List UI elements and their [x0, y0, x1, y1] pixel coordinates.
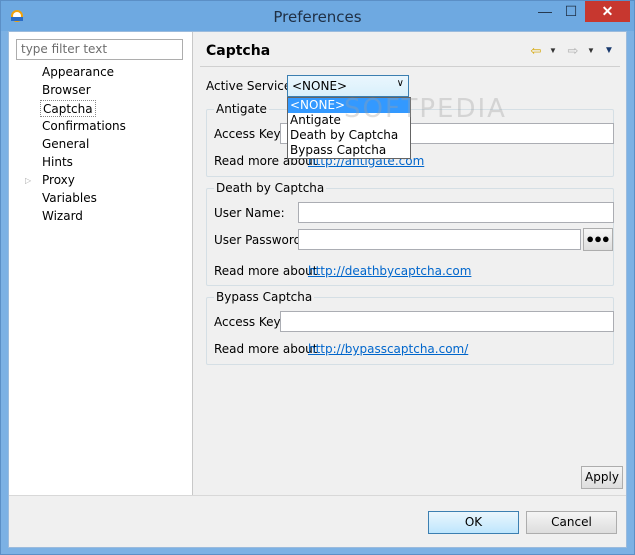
bypasscaptcha-link[interactable]: http://bypasscaptcha.com/ — [308, 342, 468, 356]
forward-dropdown-icon[interactable]: ▼ — [586, 42, 596, 60]
page-title: Captcha — [206, 43, 271, 59]
antigate-group-title: Antigate — [214, 102, 269, 116]
tree-item-proxy[interactable]: Proxy — [40, 172, 77, 189]
option-bypass-captcha[interactable]: Bypass Captcha — [288, 143, 410, 158]
active-service-value: <NONE> — [292, 79, 348, 93]
deathbycaptcha-link[interactable]: http://deathbycaptcha.com — [308, 264, 471, 278]
username-label: User Name: — [214, 206, 285, 220]
password-input[interactable] — [298, 229, 581, 250]
captcha-page: Captcha ⇦ ▼ ⇨ ▼ ▼ Active Service: <NONE>… — [194, 32, 626, 495]
title-bar[interactable]: Preferences — ☐ ✕ — [1, 1, 634, 31]
preferences-window: Preferences — ☐ ✕ type filter text Appea… — [0, 0, 635, 555]
antigate-access-key-label: Access Key: — [214, 127, 284, 141]
tree-item-confirmations[interactable]: Confirmations — [40, 118, 128, 135]
tree-item-appearance[interactable]: Appearance — [40, 64, 116, 81]
username-input[interactable] — [298, 202, 614, 223]
title-separator — [200, 66, 620, 67]
death-by-captcha-group: Death by Captcha User Name: User Passwor… — [206, 181, 614, 286]
chevron-down-icon: ∨ — [396, 78, 404, 89]
tree-item-wizard[interactable]: Wizard — [40, 208, 85, 225]
password-label: User Password: — [214, 233, 306, 247]
softpedia-watermark: SOFTPEDIA — [344, 94, 507, 124]
bypass-read-more-label: Read more about — [214, 342, 318, 356]
tree-item-hints[interactable]: Hints — [40, 154, 75, 171]
back-arrow-icon[interactable]: ⇦ — [528, 42, 544, 60]
close-button[interactable]: ✕ — [585, 1, 630, 22]
dialog-body: type filter text Appearance Browser Capt… — [8, 31, 627, 548]
preference-tree-pane: type filter text Appearance Browser Capt… — [9, 32, 193, 495]
active-service-label: Active Service: — [206, 79, 296, 93]
view-menu-icon[interactable]: ▼ — [604, 42, 614, 60]
footer-separator — [9, 495, 626, 496]
minimize-button[interactable]: — — [532, 1, 558, 22]
apply-button[interactable]: Apply — [581, 466, 623, 489]
show-password-button[interactable]: ●●● — [583, 228, 613, 251]
cancel-button[interactable]: Cancel — [526, 511, 617, 534]
tree-item-general[interactable]: General — [40, 136, 91, 153]
bypass-access-key-label: Access Key: — [214, 315, 284, 329]
tree-item-browser[interactable]: Browser — [40, 82, 93, 99]
bypass-access-key-input[interactable] — [280, 311, 614, 332]
death-by-captcha-group-title: Death by Captcha — [214, 181, 327, 195]
back-dropdown-icon[interactable]: ▼ — [548, 42, 558, 60]
forward-arrow-icon[interactable]: ⇨ — [565, 42, 581, 60]
bypass-captcha-group: Bypass Captcha Access Key: Read more abo… — [206, 290, 614, 365]
bypass-captcha-group-title: Bypass Captcha — [214, 290, 315, 304]
ok-button[interactable]: OK — [428, 511, 519, 534]
tree-item-variables[interactable]: Variables — [40, 190, 99, 207]
dbc-read-more-label: Read more about — [214, 264, 318, 278]
maximize-button[interactable]: ☐ — [558, 1, 584, 22]
tree-item-captcha[interactable]: Captcha — [40, 100, 96, 117]
filter-input[interactable]: type filter text — [16, 39, 183, 60]
expand-arrow-icon[interactable]: ▷ — [25, 176, 33, 186]
option-death-by-captcha[interactable]: Death by Captcha — [288, 128, 410, 143]
